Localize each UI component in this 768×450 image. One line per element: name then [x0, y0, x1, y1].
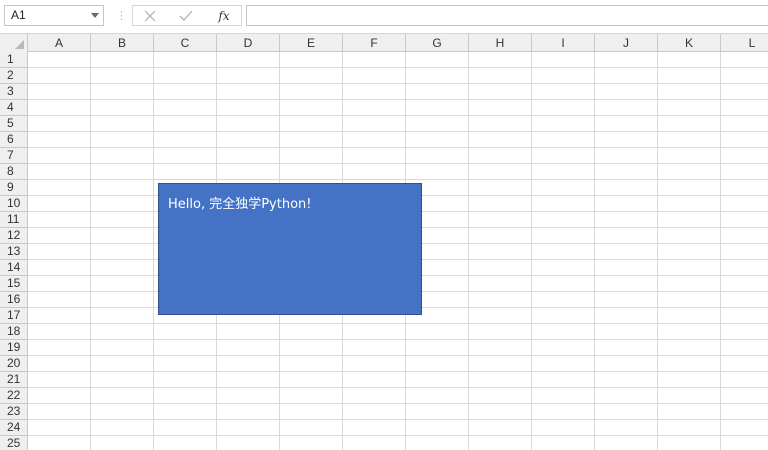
column-header[interactable]: K: [658, 34, 721, 52]
row-header[interactable]: 11: [0, 212, 28, 228]
column-header[interactable]: L: [721, 34, 768, 52]
formula-buttons: fx: [132, 5, 242, 26]
row-header[interactable]: 1: [0, 52, 28, 68]
name-box[interactable]: A1: [4, 5, 104, 26]
checkmark-icon[interactable]: [175, 7, 197, 25]
row-header[interactable]: 4: [0, 100, 28, 116]
insert-function-icon[interactable]: fx: [213, 7, 235, 25]
row-header[interactable]: 16: [0, 292, 28, 308]
column-header[interactable]: B: [91, 34, 154, 52]
row-header[interactable]: 12: [0, 228, 28, 244]
row-header[interactable]: 15: [0, 276, 28, 292]
column-header[interactable]: C: [154, 34, 217, 52]
column-header[interactable]: H: [469, 34, 532, 52]
column-header[interactable]: G: [406, 34, 469, 52]
row-header[interactable]: 5: [0, 116, 28, 132]
column-header[interactable]: D: [217, 34, 280, 52]
formula-input[interactable]: [246, 5, 768, 26]
column-header[interactable]: I: [532, 34, 595, 52]
row-header[interactable]: 18: [0, 324, 28, 340]
row-header[interactable]: 2: [0, 68, 28, 84]
row-header[interactable]: 22: [0, 388, 28, 404]
text-box-shape[interactable]: Hello, 完全独学Python!: [158, 183, 422, 315]
column-header[interactable]: F: [343, 34, 406, 52]
row-header[interactable]: 17: [0, 308, 28, 324]
formula-bar-grip[interactable]: ⋮: [116, 9, 127, 23]
close-icon[interactable]: [139, 7, 161, 25]
shape-text: Hello, 完全独学Python!: [168, 197, 312, 212]
chevron-down-icon[interactable]: [91, 13, 99, 18]
row-header[interactable]: 8: [0, 164, 28, 180]
row-header[interactable]: 3: [0, 84, 28, 100]
row-header[interactable]: 14: [0, 260, 28, 276]
select-all-button[interactable]: [0, 34, 28, 52]
row-header[interactable]: 23: [0, 404, 28, 420]
select-all-icon: [15, 40, 24, 49]
row-header[interactable]: 25: [0, 436, 28, 450]
row-header[interactable]: 19: [0, 340, 28, 356]
column-header[interactable]: A: [28, 34, 91, 52]
column-header[interactable]: E: [280, 34, 343, 52]
row-header[interactable]: 9: [0, 180, 28, 196]
row-header[interactable]: 7: [0, 148, 28, 164]
row-header[interactable]: 21: [0, 372, 28, 388]
row-header[interactable]: 10: [0, 196, 28, 212]
column-header[interactable]: J: [595, 34, 658, 52]
name-box-value: A1: [11, 8, 26, 22]
row-header[interactable]: 24: [0, 420, 28, 436]
row-header[interactable]: 13: [0, 244, 28, 260]
formula-bar: A1 ⋮ fx: [0, 0, 768, 34]
row-header[interactable]: 20: [0, 356, 28, 372]
row-header[interactable]: 6: [0, 132, 28, 148]
